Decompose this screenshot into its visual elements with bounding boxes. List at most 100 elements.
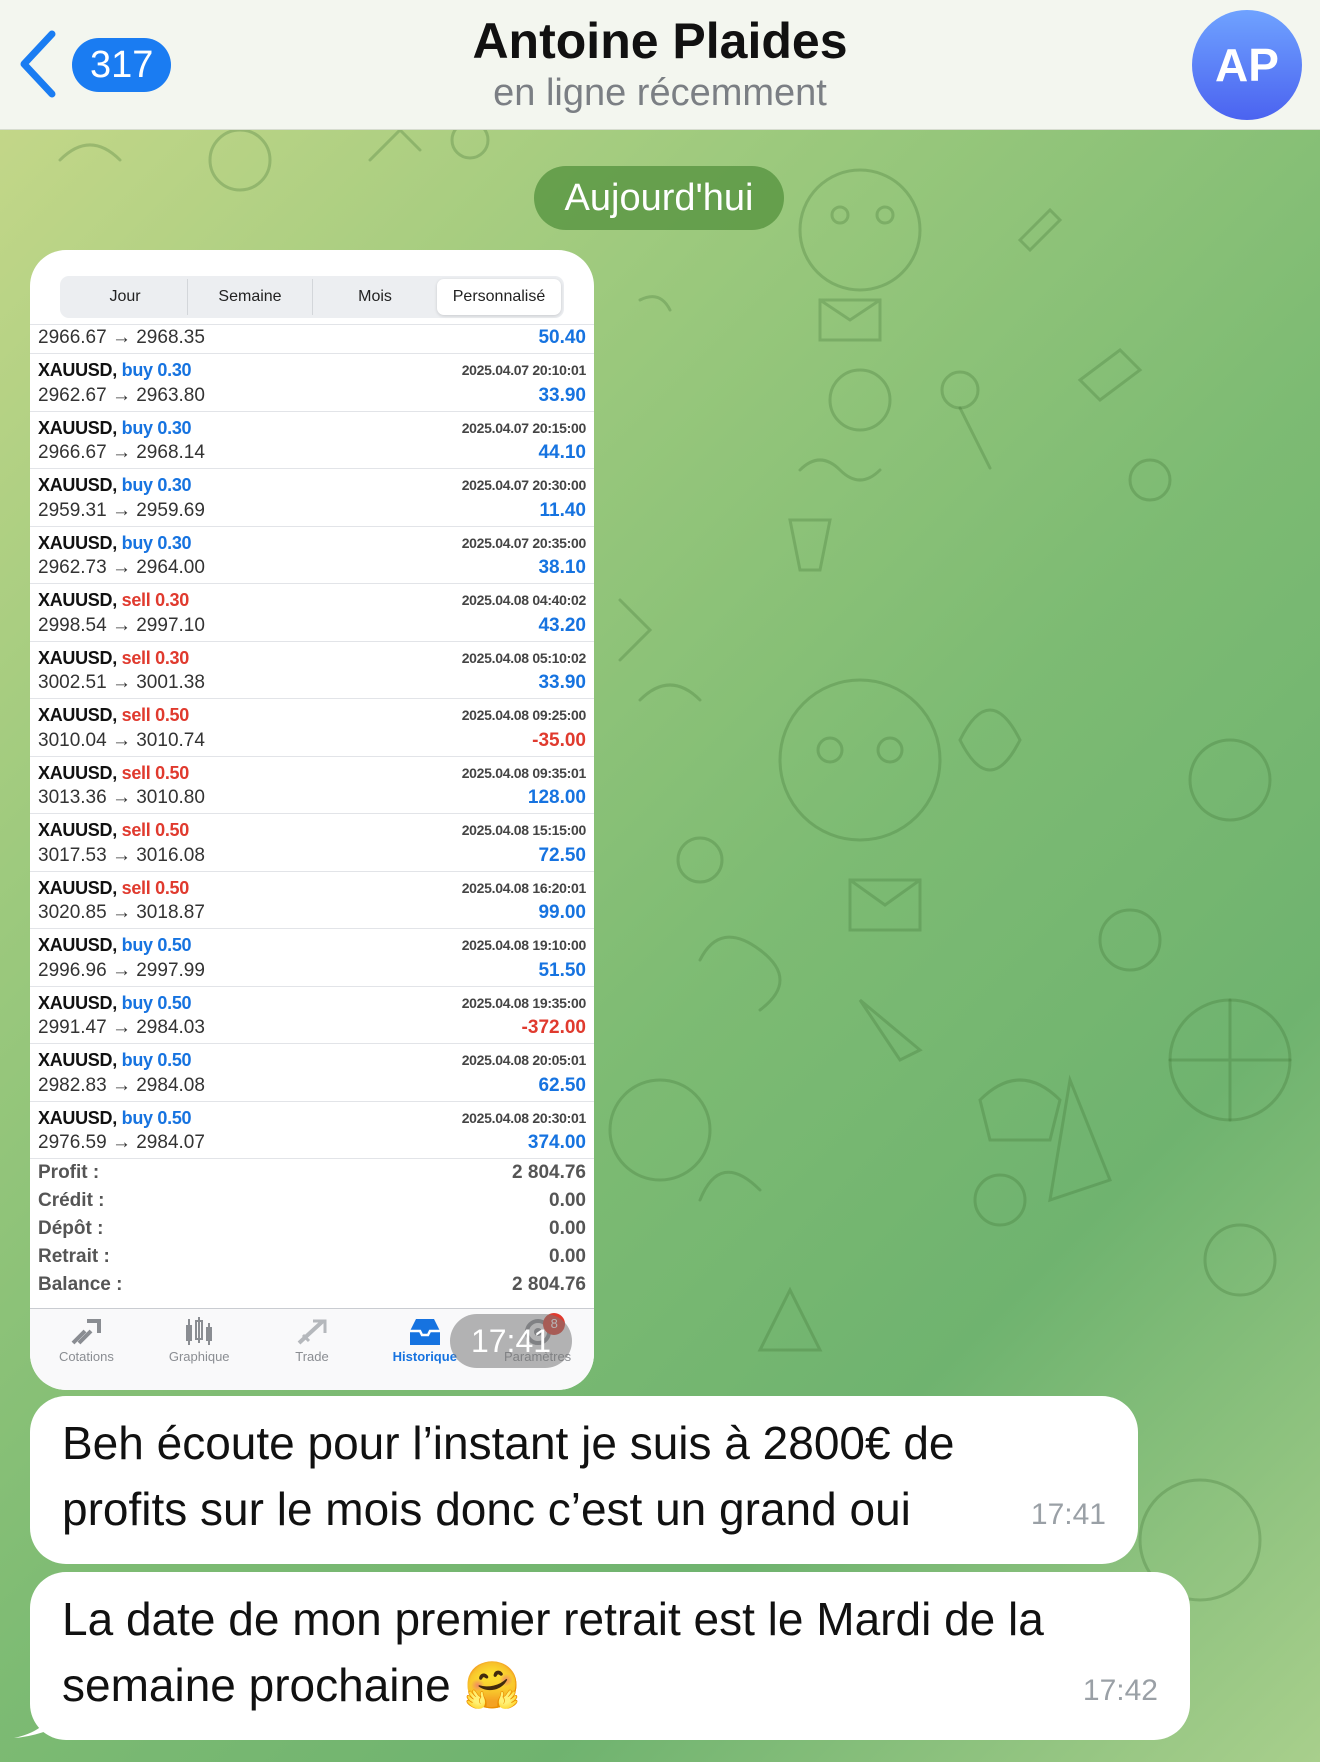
tab-trade[interactable]: Trade bbox=[256, 1309, 369, 1390]
deal-profit: 51.50 bbox=[538, 959, 586, 981]
summary-value: 2 804.76 bbox=[512, 1162, 586, 1183]
symbol-name: XAUUSD, bbox=[38, 532, 117, 553]
deal-row[interactable]: XAUUSD, sell 0.50 2025.04.08 15:15:00 3017… bbox=[30, 814, 594, 872]
trade-icon bbox=[297, 1319, 327, 1345]
summary-row: Retrait : 0.00 bbox=[30, 1244, 594, 1272]
deal-datetime: 2025.04.08 20:30:01 bbox=[461, 1109, 587, 1126]
deal-prices: 2966.67 → 2968.14 bbox=[38, 442, 205, 463]
message-bubble[interactable]: Beh écoute pour l’instant je suis à 2800… bbox=[30, 1396, 1138, 1564]
deal-side: sell 0.50 bbox=[121, 762, 190, 783]
message-line: semaine prochaine 🤗 bbox=[62, 1659, 521, 1711]
deal-side: sell 0.30 bbox=[121, 647, 190, 668]
summary-label: Dépôt : bbox=[38, 1218, 104, 1239]
deal-datetime: 2025.04.07 20:10:01 bbox=[461, 362, 587, 378]
deal-symbol: XAUUSD, buy 0.30 bbox=[38, 417, 192, 439]
summary-label: Crédit : bbox=[38, 1190, 105, 1211]
segment-semaine[interactable]: Semaine bbox=[188, 279, 313, 315]
symbol-name: XAUUSD, bbox=[38, 1107, 117, 1128]
deal-datetime: 2025.04.08 15:15:00 bbox=[461, 822, 587, 838]
deal-row[interactable]: XAUUSD, buy 0.30 2025.04.07 20:35:00 2962.… bbox=[30, 527, 594, 584]
contact-name[interactable]: Antoine Plaides bbox=[0, 12, 1320, 70]
deal-symbol: XAUUSD, buy 0.50 bbox=[38, 935, 192, 956]
deal-row[interactable]: XAUUSD, buy 0.30 2025.04.07 20:15:00 2966.… bbox=[30, 412, 594, 469]
deal-prices: 2976.59 → 2984.07 bbox=[38, 1132, 205, 1153]
message-line: La date de mon premier retrait est le Ma… bbox=[62, 1593, 1044, 1645]
deal-side: buy 0.50 bbox=[121, 1107, 192, 1128]
deal-symbol: XAUUSD, buy 0.30 bbox=[38, 475, 192, 496]
deal-profit: 33.90 bbox=[538, 384, 586, 406]
deal-profit: 50.40 bbox=[538, 327, 586, 348]
symbol-name: XAUUSD, bbox=[38, 762, 117, 783]
deal-side: buy 0.30 bbox=[121, 360, 192, 380]
symbol-name: XAUUSD, bbox=[38, 935, 117, 955]
deal-datetime: 2025.04.08 16:20:01 bbox=[461, 879, 587, 896]
account-summary: Profit :2 804.76 Crédit :0.00 Dépôt :0.00 R… bbox=[30, 1160, 594, 1300]
deal-row[interactable]: XAUUSD, buy 0.50 2025.04.08 20:30:01 2976.… bbox=[30, 1102, 594, 1159]
deal-profit: 44.10 bbox=[538, 442, 586, 463]
segment-jour[interactable]: Jour bbox=[63, 279, 188, 315]
deal-side: sell 0.50 bbox=[121, 820, 190, 840]
deal-row[interactable]: XAUUSD, buy 0.50 2025.04.08 19:35:00 2991.… bbox=[30, 987, 594, 1044]
tab-label: Cotations bbox=[58, 1349, 114, 1364]
deal-profit: 38.10 bbox=[538, 557, 586, 578]
deal-profit: -372.00 bbox=[521, 1017, 586, 1038]
deal-datetime: 2025.04.07 20:35:00 bbox=[461, 534, 587, 551]
avatar[interactable]: AP bbox=[1192, 10, 1302, 120]
deal-symbol: XAUUSD, sell 0.50 bbox=[38, 763, 189, 784]
deal-profit: 11.40 bbox=[539, 499, 587, 521]
summary-value: 0.00 bbox=[549, 1218, 586, 1239]
symbol-name: XAUUSD, bbox=[38, 475, 117, 495]
deal-side: sell 0.50 bbox=[121, 705, 190, 725]
deal-profit: -35.00 bbox=[532, 729, 586, 751]
deal-row[interactable]: XAUUSD, sell 0.30 2025.04.08 04:40:02 2998… bbox=[30, 584, 594, 642]
deal-datetime: 2025.04.08 09:35:01 bbox=[461, 764, 587, 781]
deal-row[interactable]: XAUUSD, sell 0.30 2025.04.08 05:10:02 3002… bbox=[30, 642, 594, 699]
deal-datetime: 2025.04.07 20:30:00 bbox=[461, 477, 587, 493]
deal-datetime: 2025.04.08 04:40:02 bbox=[461, 592, 587, 608]
chat-header: 317 Antoine Plaides en ligne récemment A… bbox=[0, 0, 1320, 130]
deal-profit: 99.00 bbox=[538, 902, 586, 923]
deal-datetime: 2025.04.08 20:05:01 bbox=[461, 1052, 587, 1068]
deal-datetime: 2025.04.07 20:15:00 bbox=[461, 419, 587, 436]
date-separator: Aujourd'hui bbox=[534, 166, 784, 230]
deal-profit: 374.00 bbox=[527, 1132, 586, 1153]
deal-side: buy 0.50 bbox=[121, 1050, 192, 1070]
deal-row[interactable]: XAUUSD, sell 0.50 2025.04.08 16:20:01 3020… bbox=[30, 872, 594, 929]
summary-value: 0.00 bbox=[549, 1246, 586, 1267]
deal-symbol: XAUUSD, buy 0.50 bbox=[38, 1050, 192, 1071]
deal-side: buy 0.50 bbox=[121, 935, 192, 955]
deal-row[interactable]: XAUUSD, buy 0.30 2025.04.07 20:30:00 2959.… bbox=[30, 469, 594, 527]
deal-prices: 3020.85 → 3018.87 bbox=[38, 902, 205, 923]
quotes-icon bbox=[71, 1319, 102, 1345]
deal-row[interactable]: XAUUSD, sell 0.50 2025.04.08 09:35:01 3013… bbox=[30, 757, 594, 814]
summary-label: Profit : bbox=[38, 1162, 100, 1183]
deal-profit: 62.50 bbox=[538, 1074, 586, 1096]
deal-row[interactable]: XAUUSD, sell 0.50 2025.04.08 09:25:00 3010… bbox=[30, 699, 594, 757]
symbol-name: XAUUSD, bbox=[38, 877, 117, 898]
deal-prices: 2962.73 → 2964.00 bbox=[38, 557, 205, 578]
deal-row[interactable]: XAUUSD, buy 0.50 2025.04.08 20:05:01 2982.… bbox=[30, 1044, 594, 1102]
message-line: profits sur le mois donc c’est un grand … bbox=[62, 1483, 911, 1535]
deal-row-partial: 2966.67 → 2968.35 50.40 bbox=[30, 324, 594, 354]
symbol-name: XAUUSD, bbox=[38, 820, 117, 840]
tab-cotations[interactable]: Cotations bbox=[30, 1309, 143, 1390]
image-message[interactable]: Jour Semaine Mois Personnalisé 2966.67 →… bbox=[30, 250, 594, 1390]
segment-personnalise[interactable]: Personnalisé bbox=[437, 279, 561, 315]
deal-prices: 3017.53 → 3016.08 bbox=[38, 844, 205, 866]
deal-side: buy 0.30 bbox=[121, 532, 192, 553]
deal-row[interactable]: XAUUSD, buy 0.50 2025.04.08 19:10:00 2996.… bbox=[30, 929, 594, 987]
deal-profit: 72.50 bbox=[538, 844, 586, 866]
message-bubble[interactable]: La date de mon premier retrait est le Ma… bbox=[30, 1572, 1190, 1740]
deal-prices: 2998.54 → 2997.10 bbox=[38, 614, 205, 636]
deal-profit: 128.00 bbox=[527, 787, 586, 808]
symbol-name: XAUUSD, bbox=[38, 417, 117, 438]
deal-row[interactable]: XAUUSD, buy 0.30 2025.04.07 20:10:01 2962.… bbox=[30, 354, 594, 412]
segment-mois[interactable]: Mois bbox=[313, 279, 437, 315]
tab-graphique[interactable]: Graphique bbox=[143, 1309, 256, 1390]
message-line: Beh écoute pour l’instant je suis à 2800… bbox=[62, 1417, 955, 1469]
message-timestamp: 17:41 bbox=[1030, 1498, 1106, 1531]
summary-row: Dépôt : 0.00 bbox=[30, 1216, 594, 1244]
bubble-tail bbox=[14, 1700, 70, 1738]
deal-symbol: XAUUSD, sell 0.50 bbox=[38, 820, 189, 841]
symbol-name: XAUUSD, bbox=[38, 647, 117, 668]
